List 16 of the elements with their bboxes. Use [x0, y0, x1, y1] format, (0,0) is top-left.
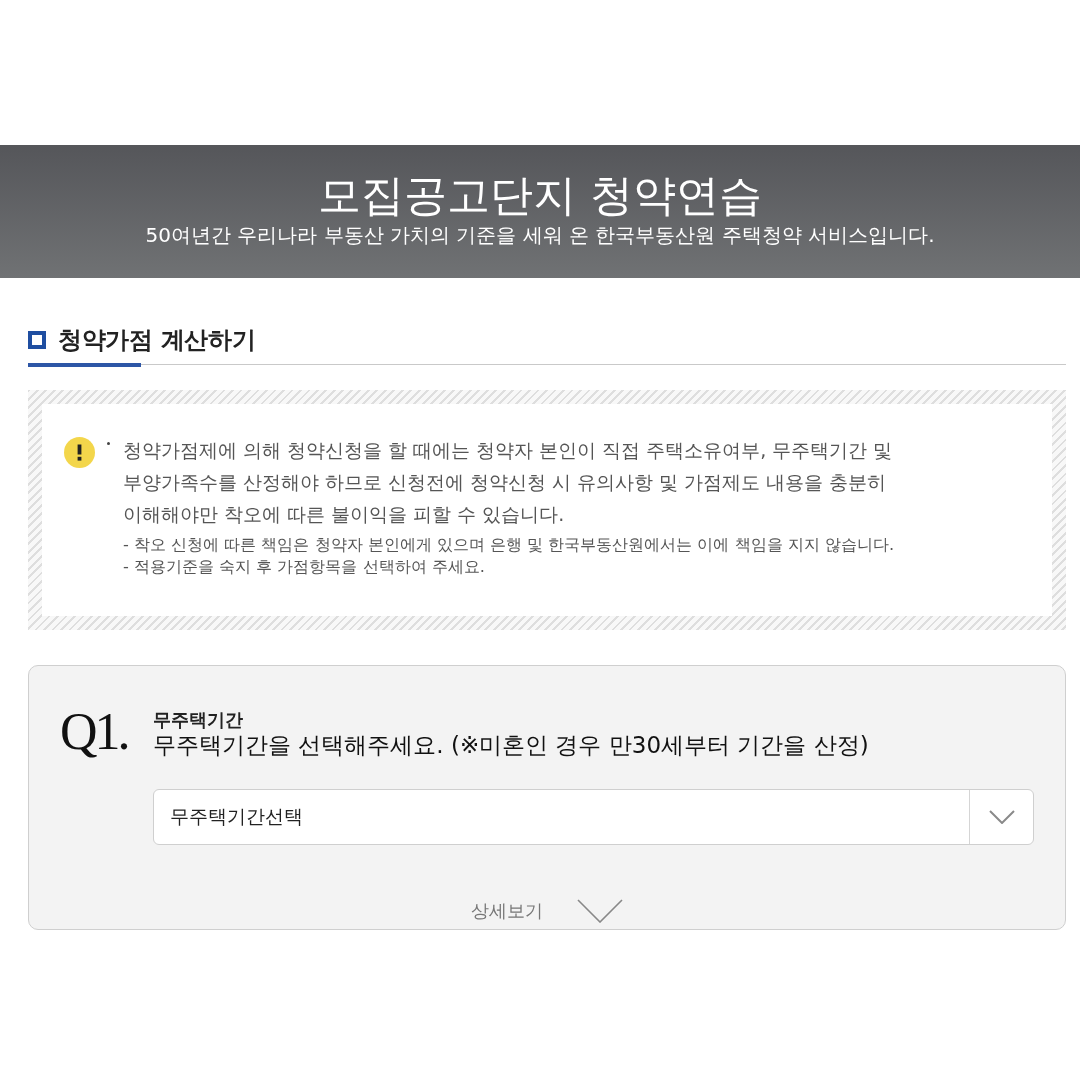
section-heading: 청약가점 계산하기	[58, 325, 256, 356]
chevron-down-icon	[988, 810, 1015, 824]
banner-title: 모집공고단지 청약연습	[318, 170, 762, 221]
chevron-down-icon	[577, 898, 623, 923]
notice-note: - 착오 신청에 따른 책임은 청약자 본인에게 있으며 은행 및 한국부동산원에서는 이에 책임을 지지 않습니다.	[123, 534, 896, 556]
question-label: 무주택기간	[153, 709, 244, 732]
notice-note: - 적용기준을 숙지 후 가점항목을 선택하여 주세요.	[123, 556, 486, 578]
notice-text: 청약가점제에 의해 청약신청을 할 때에는 청약자 본인이 직접 주택소유여부, 무주택기간 및 부양가족수를 산정해야 하므로 신청전에 청약신청 시 유의사항 및 가점제도 내용을 충분히 이해해야만 착오에 따른 불이익을 피할 수 있습니다.	[123, 438, 894, 527]
exclamation-icon	[64, 437, 95, 468]
question-number: Q1.	[60, 706, 129, 762]
square-bullet-icon	[28, 331, 46, 349]
banner-subtitle: 50여년간 우리나라 부동산 가치의 기준을 세워 온 한국부동산원 주택청약 서비스입니다.	[145, 222, 935, 249]
period-select[interactable]: 무주택기간선택	[153, 789, 1034, 845]
bullet-dot-icon	[107, 442, 110, 445]
question-prompt: 무주택기간을 선택해주세요. (※미혼인 경우 만30세부터 기간을 산정)	[153, 731, 870, 760]
details-toggle[interactable]: 상세보기	[471, 892, 623, 929]
